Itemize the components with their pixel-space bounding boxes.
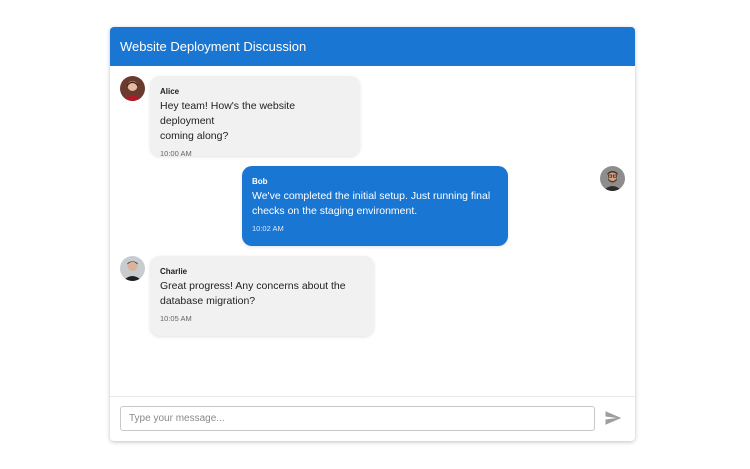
message-text-line: checks on the staging environment.	[252, 205, 418, 217]
message-sender: Charlie	[160, 267, 188, 276]
avatar-charlie	[120, 256, 145, 281]
message-text-line: database migration?	[160, 295, 256, 307]
message-timestamp: 10:05 AM	[160, 314, 192, 323]
chat-title: Website Deployment Discussion	[120, 39, 307, 54]
message-text-line: Hey team! How's the website deployment	[160, 100, 296, 127]
avatar-bob	[600, 166, 625, 191]
message-text: Great progress! Any concerns about the d…	[160, 279, 364, 309]
send-icon	[604, 411, 622, 430]
composer-bar	[110, 396, 635, 441]
chat-window: Website Deployment Discussion Alice Hey …	[110, 27, 635, 441]
message-text: Hey team! How's the website deployment c…	[160, 99, 350, 144]
message-bubble: Bob We've completed the initial setup. J…	[242, 166, 508, 246]
avatar-alice	[120, 76, 145, 101]
message-sender: Bob	[252, 177, 268, 186]
chat-header: Website Deployment Discussion	[110, 27, 635, 66]
message-text: We've completed the initial setup. Just …	[252, 189, 498, 219]
message-input[interactable]	[120, 406, 595, 431]
message-list: Alice Hey team! How's the website deploy…	[110, 66, 635, 396]
message-text-line: We've completed the initial setup. Just …	[252, 190, 491, 202]
message-sender: Alice	[160, 87, 180, 96]
send-button[interactable]	[603, 409, 623, 429]
message-bubble: Charlie Great progress! Any concerns abo…	[150, 256, 374, 336]
message-timestamp: 10:00 AM	[160, 149, 192, 158]
message-bubble: Alice Hey team! How's the website deploy…	[150, 76, 360, 158]
message-text-line: coming along?	[160, 130, 229, 142]
message-text-line: Great progress! Any concerns about the	[160, 280, 346, 292]
message-timestamp: 10:02 AM	[252, 224, 284, 233]
